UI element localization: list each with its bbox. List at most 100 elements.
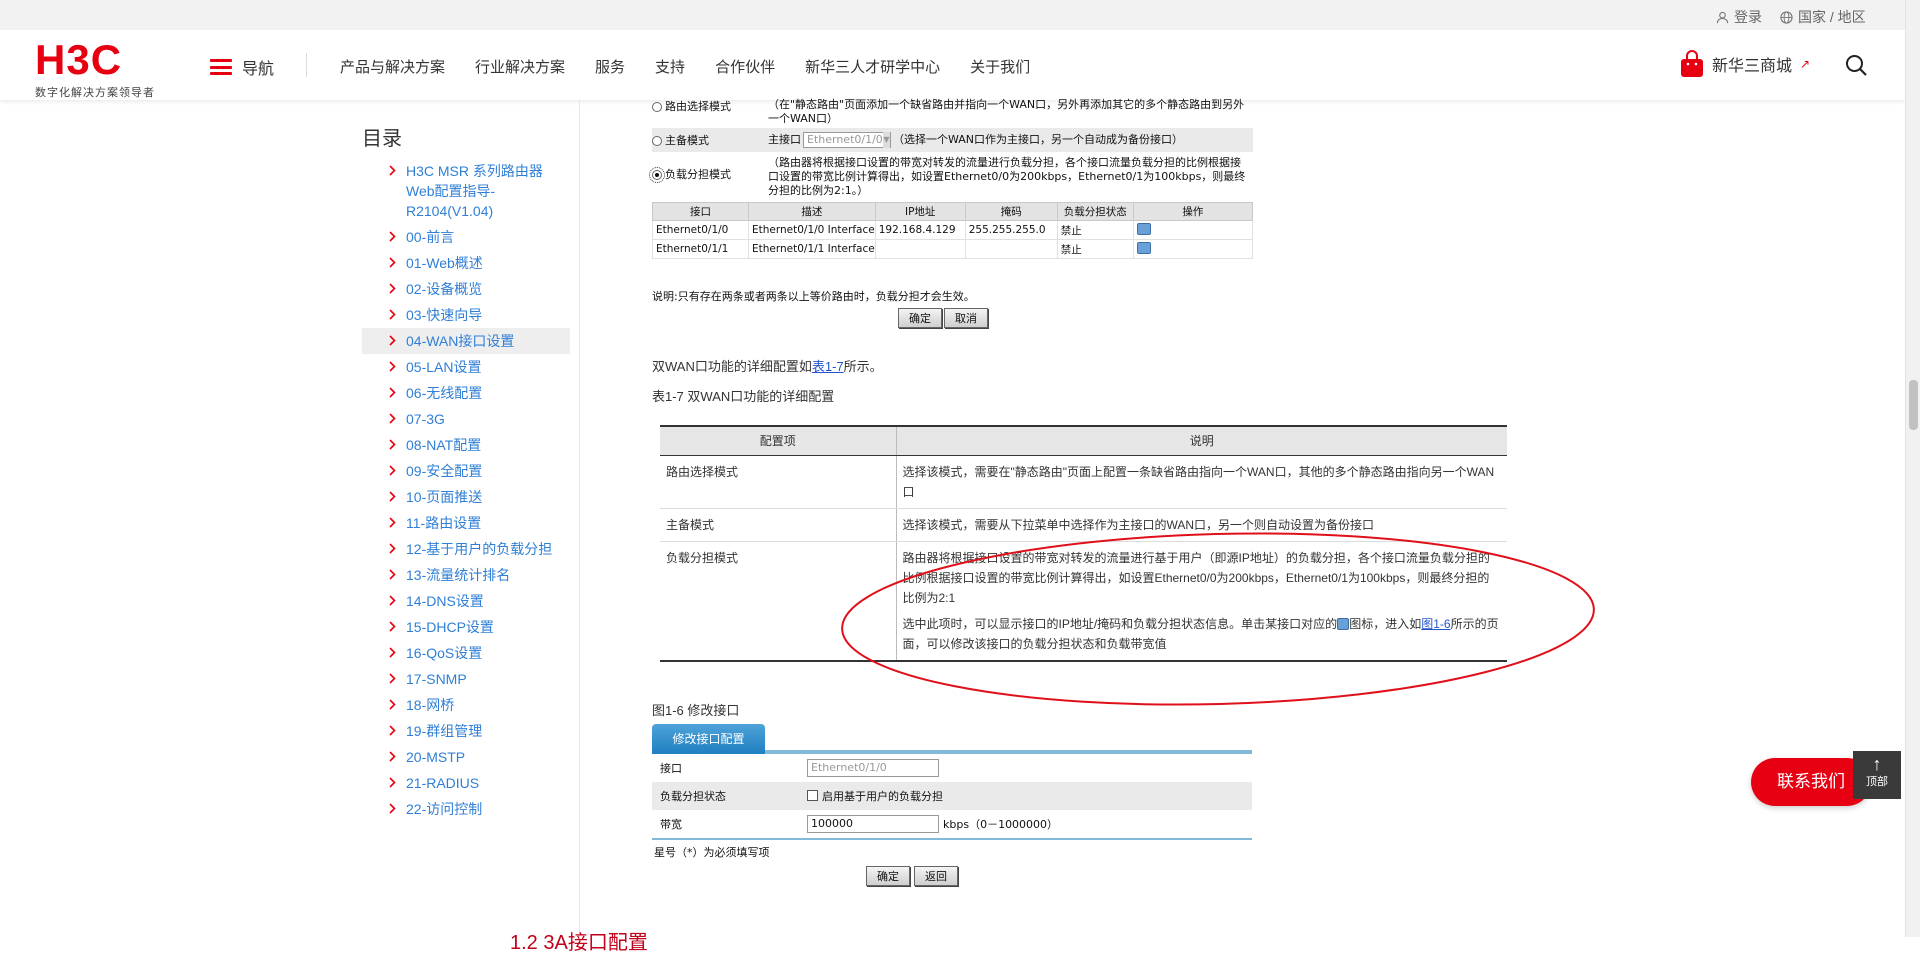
ok-button[interactable]: 确定 — [866, 866, 910, 886]
logo-tagline: 数字化解决方案领导者 — [35, 87, 155, 99]
col-mask: 掩码 — [964, 202, 1058, 221]
toc-item[interactable]: 16-QoS设置 — [362, 640, 570, 666]
table-1-7-link[interactable]: 表1-7 — [812, 359, 844, 374]
tab-modify-interface[interactable]: 修改接口配置 — [652, 724, 765, 754]
toc-item[interactable]: 07-3G — [362, 406, 570, 432]
col-description: 说明 — [895, 425, 1507, 456]
site-header: H3C 数字化解决方案领导者 导航 产品与解决方案 行业解决方案 服务 支持 合… — [0, 30, 1905, 100]
h3c-logo[interactable]: H3C 数字化解决方案领导者 — [35, 38, 160, 100]
ok-button[interactable]: 确定 — [898, 308, 942, 328]
required-note: 星号（*）为必须填写项 — [652, 838, 1252, 864]
nav-link-partners[interactable]: 合作伙伴 — [715, 56, 775, 77]
toc-item[interactable]: 09-安全配置 — [362, 458, 570, 484]
toc-item[interactable]: 06-无线配置 — [362, 380, 570, 406]
cell: Ethernet0/1/0 Interface — [748, 220, 876, 240]
edit-icon[interactable] — [1136, 222, 1151, 235]
region-link[interactable]: 国家 / 地区 — [1780, 7, 1866, 27]
chevron-right-icon — [389, 361, 396, 372]
chevron-right-icon — [389, 413, 396, 424]
toc-item[interactable]: 17-SNMP — [362, 666, 570, 692]
toc-item[interactable]: 21-RADIUS — [362, 770, 570, 796]
toc-item[interactable]: 22-访问控制 — [362, 796, 570, 822]
nav-link-academy[interactable]: 新华三人才研学中心 — [805, 56, 940, 77]
toc-title: 目录 — [362, 128, 402, 150]
chevron-right-icon — [389, 517, 396, 528]
toc-item[interactable]: 19-群组管理 — [362, 718, 570, 744]
interface-table: 接口 描述 IP地址 掩码 负载分担状态 操作 Ethernet0/1/0 Et… — [652, 202, 1254, 259]
backup-mode-radio[interactable] — [652, 136, 662, 146]
toc-item-label: 08-NAT配置 — [406, 437, 482, 453]
cancel-button[interactable]: 取消 — [944, 308, 988, 328]
backup-main-label: 主接口 — [768, 133, 801, 146]
lb-mode-desc: （路由器将根据接口设置的带宽对转发的流量进行负载分担，各个接口流量负载分担的比例… — [768, 156, 1246, 197]
nav-link-support[interactable]: 支持 — [655, 56, 685, 77]
scrollbar-thumb[interactable] — [1909, 380, 1918, 430]
toc-item-label: 00-前言 — [406, 229, 455, 245]
back-to-top-button[interactable]: ↑ 顶部 — [1853, 751, 1901, 799]
toc-item-label: 02-设备概览 — [406, 281, 483, 297]
toc-item[interactable]: 20-MSTP — [362, 744, 570, 770]
logo-mark: H3C — [35, 36, 123, 83]
bandwidth-unit: kbps（0－1000000） — [943, 818, 1059, 831]
bandwidth-input[interactable]: 100000 — [807, 815, 939, 833]
nav-link-products[interactable]: 产品与解决方案 — [340, 56, 445, 77]
toc-item[interactable]: 14-DNS设置 — [362, 588, 570, 614]
toc-item[interactable]: 03-快速向导 — [362, 302, 570, 328]
back-to-top-label: 顶部 — [1866, 776, 1888, 788]
edit-icon[interactable] — [1136, 241, 1151, 254]
back-button[interactable]: 返回 — [914, 866, 958, 886]
page-scrollbar[interactable] — [1905, 0, 1920, 937]
col-lb-status: 负载分担状态 — [1056, 202, 1134, 221]
nav-link-industry[interactable]: 行业解决方案 — [475, 56, 565, 77]
route-mode-radio[interactable] — [652, 102, 662, 112]
chevron-right-icon — [389, 309, 396, 320]
cell-key: 路由选择模式 — [660, 455, 897, 509]
table-row: Ethernet0/1/1 Ethernet0/1/1 Interface 禁止 — [652, 239, 1254, 259]
hamburger-icon — [210, 59, 232, 75]
interface-row: 接口 Ethernet0/1/0 — [652, 754, 1252, 782]
store-link[interactable]: 新华三商城 ↗ — [1680, 50, 1810, 78]
toc-item-label: 21-RADIUS — [406, 775, 480, 791]
toc-item-active[interactable]: 04-WAN接口设置 — [362, 328, 570, 354]
chevron-right-icon — [389, 491, 396, 502]
toc-item[interactable]: 08-NAT配置 — [362, 432, 570, 458]
chevron-right-icon — [389, 465, 396, 476]
chevron-right-icon — [389, 699, 396, 710]
toc-item-label: 11-路由设置 — [406, 515, 482, 531]
region-label: 国家 / 地区 — [1798, 9, 1866, 25]
user-lb-label: 启用基于用户的负载分担 — [822, 790, 943, 803]
toc-item[interactable]: 12-基于用户的负载分担 — [362, 536, 570, 562]
chevron-right-icon — [389, 777, 396, 788]
login-link[interactable]: 登录 — [1716, 7, 1762, 27]
table-row: Ethernet0/1/0 Ethernet0/1/0 Interface 19… — [652, 220, 1254, 240]
route-mode-desc: （在"静态路由"页面添加一个缺省路由并指向一个WAN口，另外再添加其它的多个静态… — [768, 98, 1245, 125]
toc-item[interactable]: 15-DHCP设置 — [362, 614, 570, 640]
toc-item[interactable]: 18-网桥 — [362, 692, 570, 718]
toc-item-label: 19-群组管理 — [406, 723, 483, 739]
arrow-up-icon: ↑ — [1872, 754, 1882, 774]
toc-item[interactable]: 00-前言 — [362, 224, 570, 250]
nav-link-service[interactable]: 服务 — [595, 56, 625, 77]
toc-item[interactable]: H3C MSR 系列路由器 Web配置指导-R2104(V1.04) — [362, 158, 570, 224]
user-lb-checkbox[interactable] — [807, 790, 818, 801]
modify-tab-bar: 修改接口配置 — [652, 722, 1252, 754]
chevron-right-icon — [389, 543, 396, 554]
globe-icon — [1780, 10, 1793, 24]
toc-item-label: 10-页面推送 — [406, 489, 483, 505]
toc-item[interactable]: 10-页面推送 — [362, 484, 570, 510]
chevron-right-icon — [389, 335, 396, 346]
toc-item[interactable]: 01-Web概述 — [362, 250, 570, 276]
search-icon[interactable] — [1845, 54, 1867, 76]
toc-item[interactable]: 11-路由设置 — [362, 510, 570, 536]
main-interface-select[interactable]: Ethernet0/1/0 ▼ — [803, 132, 891, 148]
toc-item[interactable]: 02-设备概览 — [362, 276, 570, 302]
nav-menu-button[interactable]: 导航 — [210, 55, 274, 79]
interface-field[interactable]: Ethernet0/1/0 — [807, 759, 939, 777]
col-op: 操作 — [1132, 202, 1254, 221]
toc-item[interactable]: 05-LAN设置 — [362, 354, 570, 380]
lb-status-row: 负载分担状态 启用基于用户的负载分担 — [652, 782, 1252, 810]
nav-link-about[interactable]: 关于我们 — [970, 56, 1030, 77]
lb-mode-radio[interactable] — [649, 167, 665, 183]
cell: Ethernet0/1/0 — [652, 220, 749, 240]
toc-item[interactable]: 13-流量统计排名 — [362, 562, 570, 588]
